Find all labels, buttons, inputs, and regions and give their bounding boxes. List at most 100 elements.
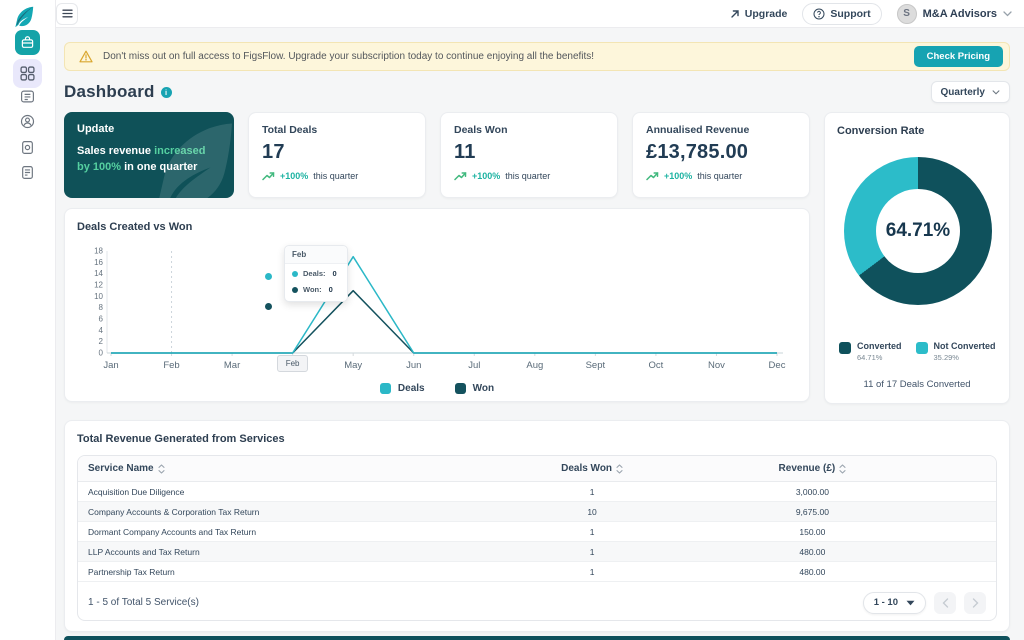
cell-revenue: 480.00	[702, 547, 922, 557]
conversion-legend-item: Not Converted35.29%	[916, 341, 996, 362]
sidebar-item-proposals[interactable]	[19, 139, 36, 156]
column-label: Deals Won	[561, 463, 612, 474]
svg-text:Aug: Aug	[526, 360, 543, 371]
legend-swatch	[455, 383, 466, 394]
period-selector[interactable]: Quarterly	[931, 81, 1010, 103]
tooltip-series-label: Won:	[303, 285, 322, 294]
svg-text:14: 14	[94, 269, 103, 278]
metric-label: Annualised Revenue	[646, 124, 796, 136]
trend-up-icon	[262, 172, 275, 181]
sidebar-item-dashboard[interactable]	[13, 59, 42, 88]
prev-page-button[interactable]	[934, 592, 956, 614]
menu-toggle-button[interactable]	[56, 3, 78, 25]
cell-service: Partnership Tax Return	[78, 567, 482, 577]
table-row[interactable]: Dormant Company Accounts and Tax Return1…	[78, 522, 996, 542]
banner-text: Don't miss out on full access to FigsFlo…	[103, 51, 914, 62]
metric-delta-suffix: this quarter	[313, 171, 358, 181]
table-row[interactable]: Acquisition Due Diligence13,000.00	[78, 482, 996, 502]
legend-item-deals: Deals	[380, 383, 425, 394]
sidebar-item-contacts[interactable]	[19, 113, 36, 130]
conversion-rate-card: Conversion Rate 64.71% Converted64.71%No…	[824, 112, 1010, 404]
next-page-button[interactable]	[964, 592, 986, 614]
sidebar	[0, 0, 56, 640]
info-icon[interactable]: i	[161, 87, 172, 98]
column-header-service[interactable]: Service Name	[78, 463, 482, 474]
topbar: Upgrade Support S M&A Advisors	[56, 0, 1024, 28]
cell-deals: 1	[482, 527, 702, 537]
table-row[interactable]: Partnership Tax Return1480.00	[78, 562, 996, 582]
caret-down-icon	[906, 600, 915, 606]
line-chart[interactable]: 024681012141618JanFebMarAprMayJunJulAugS…	[77, 241, 799, 386]
axis-hover-label: Feb	[277, 355, 308, 372]
legend-swatch	[380, 383, 391, 394]
legend-value: 64.71%	[857, 353, 902, 362]
legend-label: Deals	[398, 383, 425, 394]
table-footer: 1 - 5 of Total 5 Service(s) 1 - 10	[78, 585, 996, 620]
metric-delta-pct: +100%	[472, 171, 500, 181]
deals-point-marker	[265, 273, 272, 280]
support-button[interactable]: Support	[802, 3, 881, 25]
chevron-down-icon	[1003, 11, 1012, 17]
account-menu[interactable]: S M&A Advisors	[897, 4, 1012, 24]
sidebar-item-templates[interactable]	[19, 164, 36, 181]
trend-up-icon	[454, 172, 467, 181]
sidebar-item-workspace[interactable]	[15, 30, 40, 55]
sort-icon	[839, 464, 846, 474]
svg-text:12: 12	[94, 281, 103, 290]
svg-text:Oct: Oct	[649, 360, 664, 371]
table-title: Total Revenue Generated from Services	[77, 433, 997, 445]
metric-value: 11	[454, 141, 604, 164]
tooltip-row: Deals:0	[285, 264, 347, 280]
svg-text:Feb: Feb	[163, 360, 179, 371]
metric-delta: +100%this quarter	[646, 171, 796, 181]
legend-text: Not Converted35.29%	[934, 341, 996, 362]
conversion-caption: 11 of 17 Deals Converted	[825, 379, 1009, 390]
cell-deals: 1	[482, 567, 702, 577]
table-row[interactable]: Company Accounts & Corporation Tax Retur…	[78, 502, 996, 522]
svg-text:4: 4	[99, 326, 104, 335]
svg-text:Dec: Dec	[769, 360, 786, 371]
feather-watermark-icon	[138, 112, 234, 198]
table-row[interactable]: LLP Accounts and Tax Return1480.00	[78, 542, 996, 562]
check-pricing-button[interactable]: Check Pricing	[914, 46, 1003, 67]
won-point-marker	[265, 303, 272, 310]
cell-revenue: 9,675.00	[702, 507, 922, 517]
table-summary: 1 - 5 of Total 5 Service(s)	[88, 597, 199, 608]
tooltip-series-value: 0	[333, 269, 337, 278]
tooltip-series-dot	[292, 287, 298, 293]
metric-card-total-deals: Total Deals17+100%this quarter	[248, 112, 426, 198]
svg-text:Jun: Jun	[406, 360, 421, 371]
legend-swatch	[916, 342, 928, 354]
cell-revenue: 3,000.00	[702, 487, 922, 497]
chart-title: Deals Created vs Won	[77, 221, 797, 233]
svg-text:6: 6	[99, 315, 104, 324]
svg-text:Mar: Mar	[224, 360, 240, 371]
column-header-revenue[interactable]: Revenue (£)	[702, 463, 922, 474]
column-header-deals[interactable]: Deals Won	[482, 463, 702, 474]
legend-label: Converted	[857, 341, 902, 351]
avatar: S	[897, 4, 917, 24]
sidebar-item-deals[interactable]	[19, 88, 36, 105]
svg-text:2: 2	[99, 337, 104, 346]
cell-revenue: 480.00	[702, 567, 922, 577]
pagination: 1 - 10	[863, 592, 986, 614]
services-revenue-card: Total Revenue Generated from Services Se…	[64, 420, 1010, 632]
metric-value: 17	[262, 141, 412, 164]
services-table: Service Name Deals Won Revenue (£) Acquisi…	[77, 455, 997, 621]
period-selector-value: Quarterly	[941, 87, 985, 98]
briefcase-icon	[21, 36, 34, 49]
metric-delta: +100%this quarter	[454, 171, 604, 181]
cell-service: Acquisition Due Diligence	[78, 487, 482, 497]
dashboard-grid-icon	[20, 66, 35, 81]
deals-chart-card: Deals Created vs Won 024681012141618JanF…	[64, 208, 810, 402]
page-size-selector[interactable]: 1 - 10	[863, 592, 926, 614]
conversion-center-value: 64.71%	[844, 157, 992, 305]
board-icon	[20, 89, 35, 104]
svg-text:May: May	[344, 360, 362, 371]
metric-delta-suffix: this quarter	[697, 171, 742, 181]
legend-swatch	[839, 342, 851, 354]
sort-icon	[158, 464, 165, 474]
upgrade-link[interactable]: Upgrade	[730, 8, 788, 20]
cell-deals: 10	[482, 507, 702, 517]
legend-text: Converted 64.71%	[857, 341, 902, 362]
